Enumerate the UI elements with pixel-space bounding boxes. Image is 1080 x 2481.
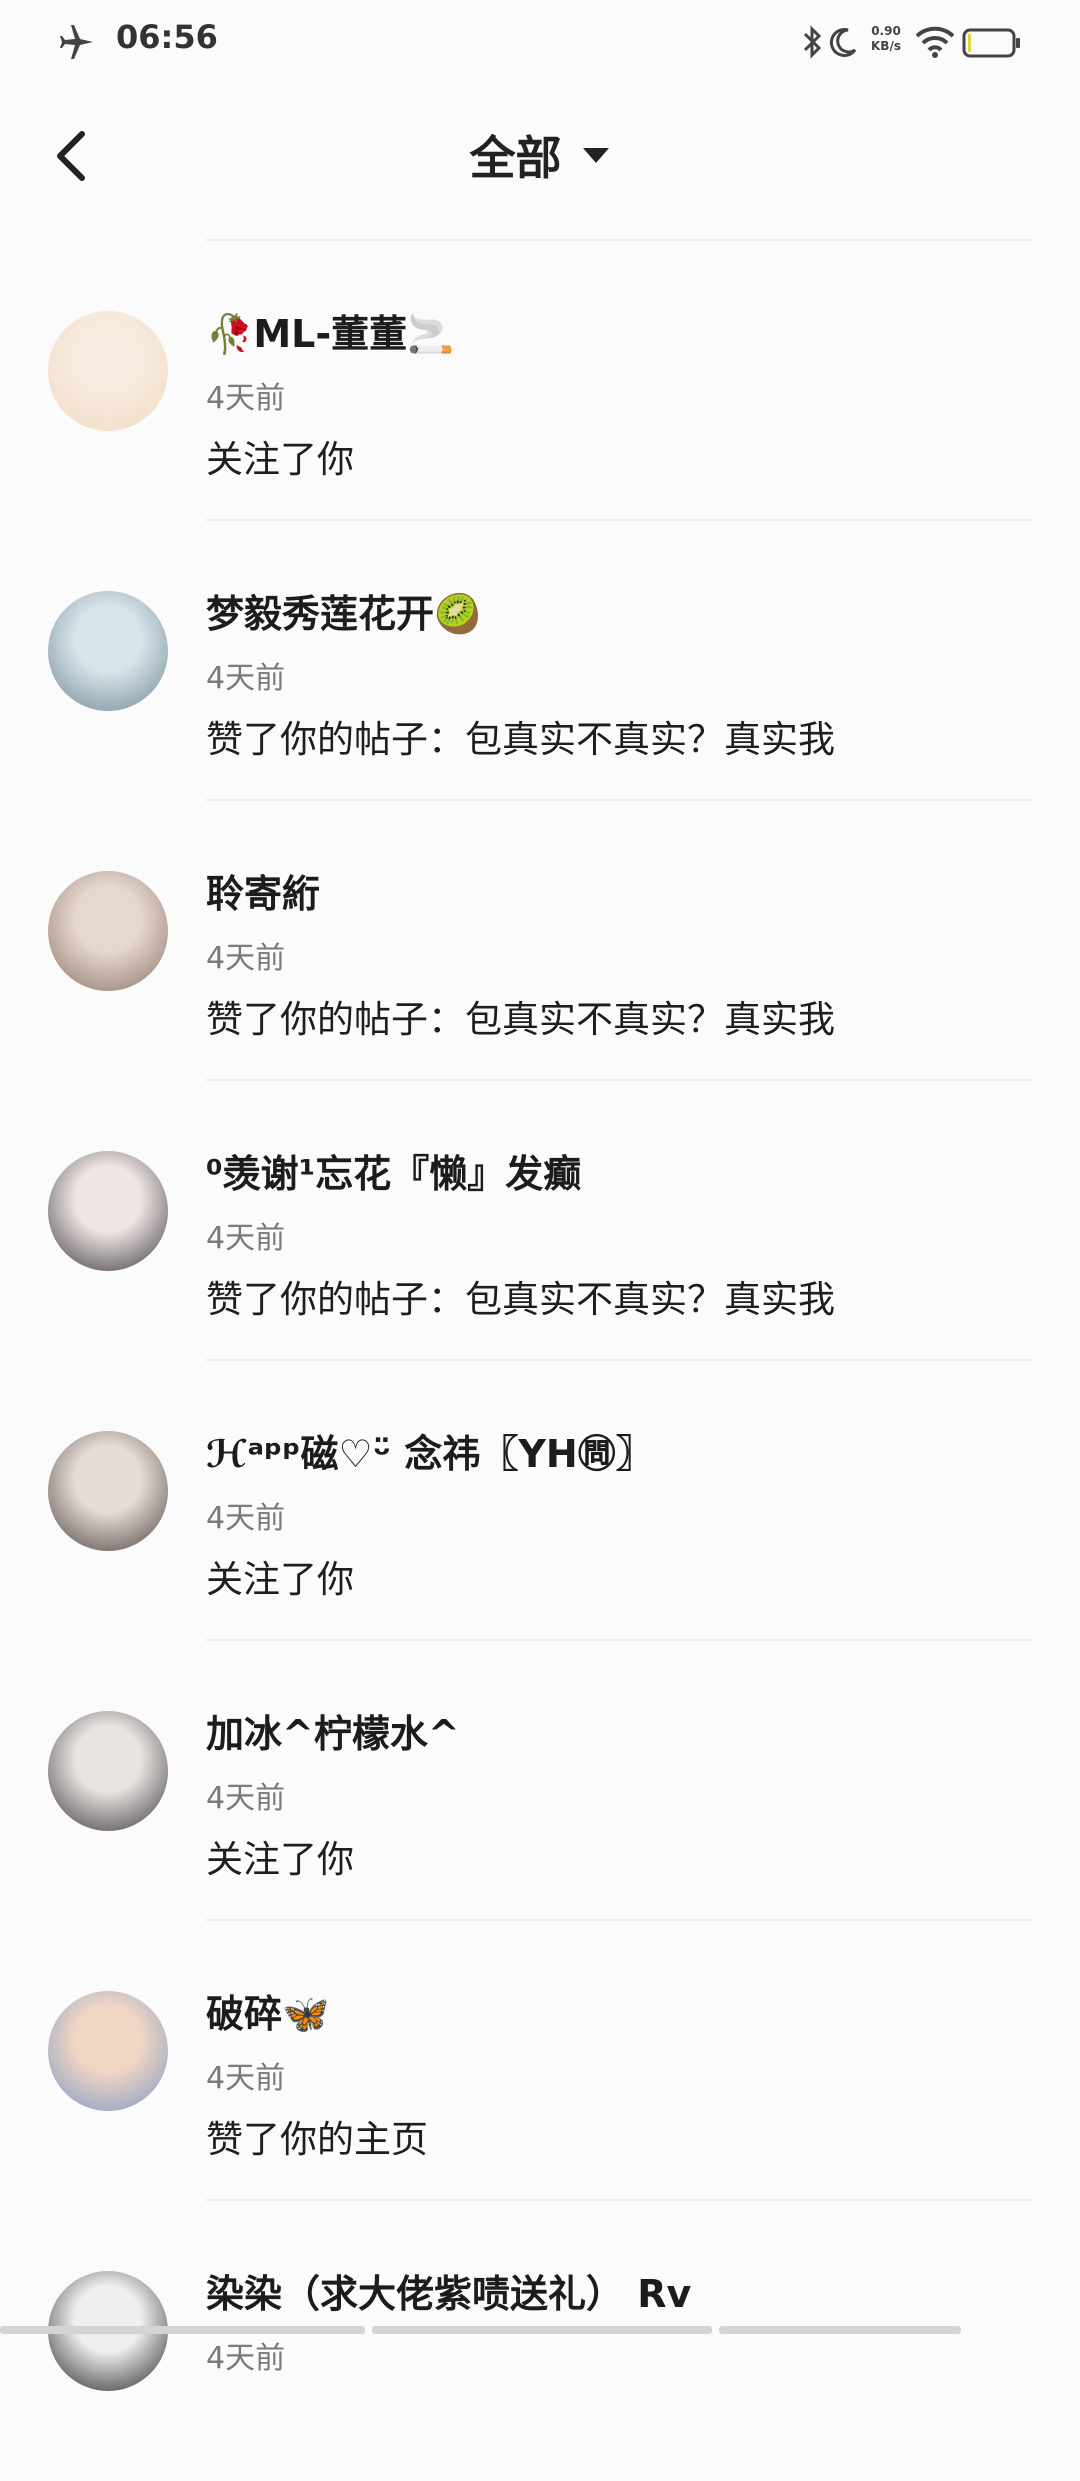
avatar[interactable] bbox=[48, 311, 168, 431]
notification-item[interactable]: 聆寄絎 4天前赞了你的帖子：包真实不真实？真实我 bbox=[0, 801, 1080, 1081]
bluetooth-icon bbox=[803, 25, 822, 59]
avatar[interactable] bbox=[48, 1991, 168, 2111]
timestamp: 4天前 bbox=[206, 1501, 286, 1536]
notification-item[interactable]: 加冰^柠檬水^ 4天前关注了你 bbox=[0, 1641, 1080, 1921]
timestamp: 4天前 bbox=[206, 941, 286, 976]
battery-icon bbox=[962, 28, 1020, 58]
timestamp: 4天前 bbox=[206, 661, 286, 696]
user-name[interactable]: 破碎🦋 bbox=[206, 1983, 329, 2038]
moon-icon bbox=[829, 28, 857, 57]
notification-item[interactable]: ℋᵃᵖᵖ磁♡ᵕ̈ 念祎〖YH㉄〗 4天前关注了你 bbox=[0, 1361, 1080, 1641]
notification-text: 关注了你 bbox=[206, 438, 354, 481]
airplane-icon bbox=[60, 25, 93, 59]
notification-item[interactable]: 🥀ML-董董🚬 4天前关注了你 bbox=[0, 241, 1080, 521]
timestamp: 4天前 bbox=[206, 1221, 286, 1256]
user-name[interactable]: 梦毅秀莲花开🥝 bbox=[206, 583, 481, 638]
avatar[interactable] bbox=[48, 591, 168, 711]
page-title: 全部 bbox=[469, 131, 562, 185]
notification-text: 赞了你的帖子：包真实不真实？真实我 bbox=[206, 1278, 835, 1321]
user-name[interactable]: ⁰羡谢¹忘花『懒』发癫 bbox=[206, 1143, 581, 1198]
user-name[interactable]: 聆寄絎 bbox=[206, 863, 320, 918]
status-time: 06:56 bbox=[116, 18, 218, 56]
scroll-indicator bbox=[0, 2326, 1080, 2334]
caret-down-icon bbox=[582, 148, 609, 163]
notification-text: 赞了你的帖子：包真实不真实？真实我 bbox=[206, 718, 835, 761]
user-name[interactable]: 染染（求大佬紫啧送礼） Rv bbox=[206, 2263, 691, 2318]
network-speed: 0.90 KB/s bbox=[871, 24, 901, 53]
user-name[interactable]: 🥀ML-董董🚬 bbox=[206, 303, 454, 358]
wifi-icon bbox=[915, 26, 955, 58]
notification-list: 🥀ML-董董🚬 4天前 关注了你 梦毅秀莲花开🥝 4天前 赞了你的帖子：包真实不真实？真实… bbox=[0, 241, 1080, 2481]
status-bar: 06:56 0.90 KB/s bbox=[0, 0, 1080, 80]
notification-text: 赞了你的帖子：包真实不真实？真实我 bbox=[206, 998, 835, 1041]
user-name[interactable]: 加冰^柠檬水^ bbox=[206, 1703, 460, 1758]
timestamp: 4天前 bbox=[206, 2061, 286, 2096]
avatar[interactable] bbox=[48, 1711, 168, 1831]
notification-text: 赞了你的主页 bbox=[206, 2118, 428, 2161]
notification-item[interactable]: 染染（求大佬紫啧送礼） Rv 4天前 bbox=[0, 2201, 1080, 2481]
filter-dropdown[interactable]: 全部 bbox=[469, 122, 610, 188]
timestamp: 4天前 bbox=[206, 381, 286, 416]
notification-item[interactable]: 梦毅秀莲花开🥝 4天前赞了你的帖子：包真实不真实？真实我 bbox=[0, 521, 1080, 801]
user-name[interactable]: ℋᵃᵖᵖ磁♡ᵕ̈ 念祎〖YH㉄〗 bbox=[206, 1423, 654, 1478]
avatar[interactable] bbox=[48, 1151, 168, 1271]
notification-text: 关注了你 bbox=[206, 1558, 354, 1601]
avatar[interactable] bbox=[48, 1431, 168, 1551]
nav-bar: 全部 bbox=[0, 80, 1080, 240]
notification-item[interactable]: ⁰羡谢¹忘花『懒』发癫 4天前赞了你的帖子：包真实不真实？真实我 bbox=[0, 1081, 1080, 1361]
avatar[interactable] bbox=[48, 871, 168, 991]
timestamp: 4天前 bbox=[206, 1781, 286, 1816]
notification-item[interactable]: 破碎🦋 4天前赞了你的主页 bbox=[0, 1921, 1080, 2201]
notification-text: 关注了你 bbox=[206, 1838, 354, 1881]
